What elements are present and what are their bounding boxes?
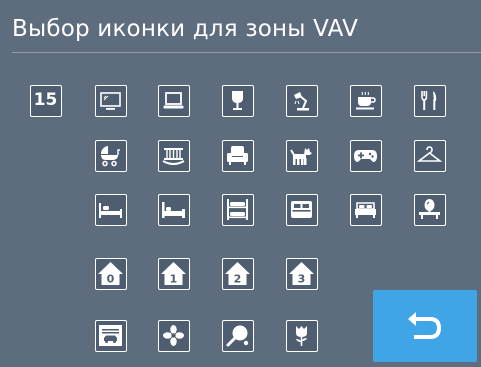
icon-option-bunk-bed[interactable] bbox=[222, 194, 254, 226]
icon-option-dog[interactable] bbox=[286, 140, 318, 172]
house-floor-1-icon: 1 bbox=[161, 262, 186, 286]
icon-option-wine-glass[interactable] bbox=[222, 85, 254, 117]
double-bed-icon bbox=[355, 202, 376, 218]
floor-number-label: 0 bbox=[107, 273, 115, 286]
double-bed-front-icon bbox=[291, 201, 312, 218]
armchair-icon bbox=[227, 146, 248, 165]
garage-car-icon bbox=[99, 325, 122, 346]
gamepad-icon bbox=[354, 150, 377, 162]
title-divider bbox=[12, 52, 481, 53]
flower-icon bbox=[296, 326, 307, 346]
floor-number-label: 3 bbox=[298, 273, 306, 286]
icon-option-tv[interactable] bbox=[95, 85, 127, 117]
baby-stroller-icon bbox=[100, 146, 120, 167]
tv-icon bbox=[100, 92, 121, 110]
icon-option-vanity-mirror[interactable] bbox=[414, 194, 446, 226]
icon-option-house-floor-3[interactable]: 3 bbox=[286, 258, 318, 290]
house-floor-0-icon: 0 bbox=[98, 262, 123, 286]
single-bed-icon bbox=[99, 203, 122, 218]
icon-option-house-floor-2[interactable]: 2 bbox=[222, 258, 254, 290]
icon-option-desk-lamp[interactable] bbox=[286, 85, 318, 117]
wine-glass-icon bbox=[232, 91, 243, 110]
icon-option-laptop[interactable] bbox=[158, 85, 190, 117]
floor-number-label: 1 bbox=[170, 273, 178, 286]
hanger-icon bbox=[416, 146, 443, 162]
dog-icon bbox=[290, 148, 312, 165]
number-15-icon: 15 bbox=[33, 90, 58, 110]
icon-option-crib[interactable] bbox=[158, 140, 190, 172]
crib-icon bbox=[162, 148, 185, 165]
icon-option-double-bed-front[interactable] bbox=[286, 194, 318, 226]
floor-number-label: 2 bbox=[234, 273, 242, 286]
laptop-icon bbox=[163, 92, 184, 109]
icon-option-double-bed[interactable] bbox=[350, 194, 382, 226]
icon-option-gamepad[interactable] bbox=[350, 140, 382, 172]
bed-icon bbox=[162, 202, 185, 218]
icon-option-fan[interactable] bbox=[158, 320, 190, 352]
house-floor-2-icon: 2 bbox=[225, 262, 250, 286]
page-title: Выбор иконки для зоны VAV bbox=[12, 16, 359, 42]
bunk-bed-icon bbox=[227, 199, 248, 220]
vanity-mirror-icon bbox=[419, 199, 440, 219]
icon-option-number-15[interactable]: 15 bbox=[30, 85, 62, 117]
icon-option-coffee-cup[interactable] bbox=[350, 85, 382, 117]
icon-option-bed[interactable] bbox=[158, 194, 190, 226]
icon-option-single-bed[interactable] bbox=[95, 194, 127, 226]
icon-option-hanger[interactable] bbox=[414, 140, 446, 172]
icon-option-ping-pong[interactable] bbox=[222, 320, 254, 352]
icon-option-house-floor-1[interactable]: 1 bbox=[158, 258, 190, 290]
ping-pong-icon bbox=[226, 325, 249, 347]
icon-option-armchair[interactable] bbox=[222, 140, 254, 172]
icon-option-flower[interactable] bbox=[286, 320, 318, 352]
icon-option-baby-stroller[interactable] bbox=[95, 140, 127, 172]
fork-knife-icon bbox=[421, 91, 437, 110]
icon-option-house-floor-0[interactable]: 0 bbox=[95, 258, 127, 290]
icon-picker-screen: Выбор иконки для зоны VAV 15 0 1 2 3 bbox=[0, 0, 481, 367]
coffee-cup-icon bbox=[356, 91, 376, 110]
fan-icon bbox=[163, 325, 184, 346]
icon-option-fork-knife[interactable] bbox=[414, 85, 446, 117]
desk-lamp-icon bbox=[294, 92, 309, 111]
back-arrow-icon bbox=[408, 312, 441, 339]
house-floor-3-icon: 3 bbox=[289, 262, 314, 286]
back-button[interactable] bbox=[373, 290, 477, 362]
icon-option-garage-car[interactable] bbox=[95, 320, 127, 352]
